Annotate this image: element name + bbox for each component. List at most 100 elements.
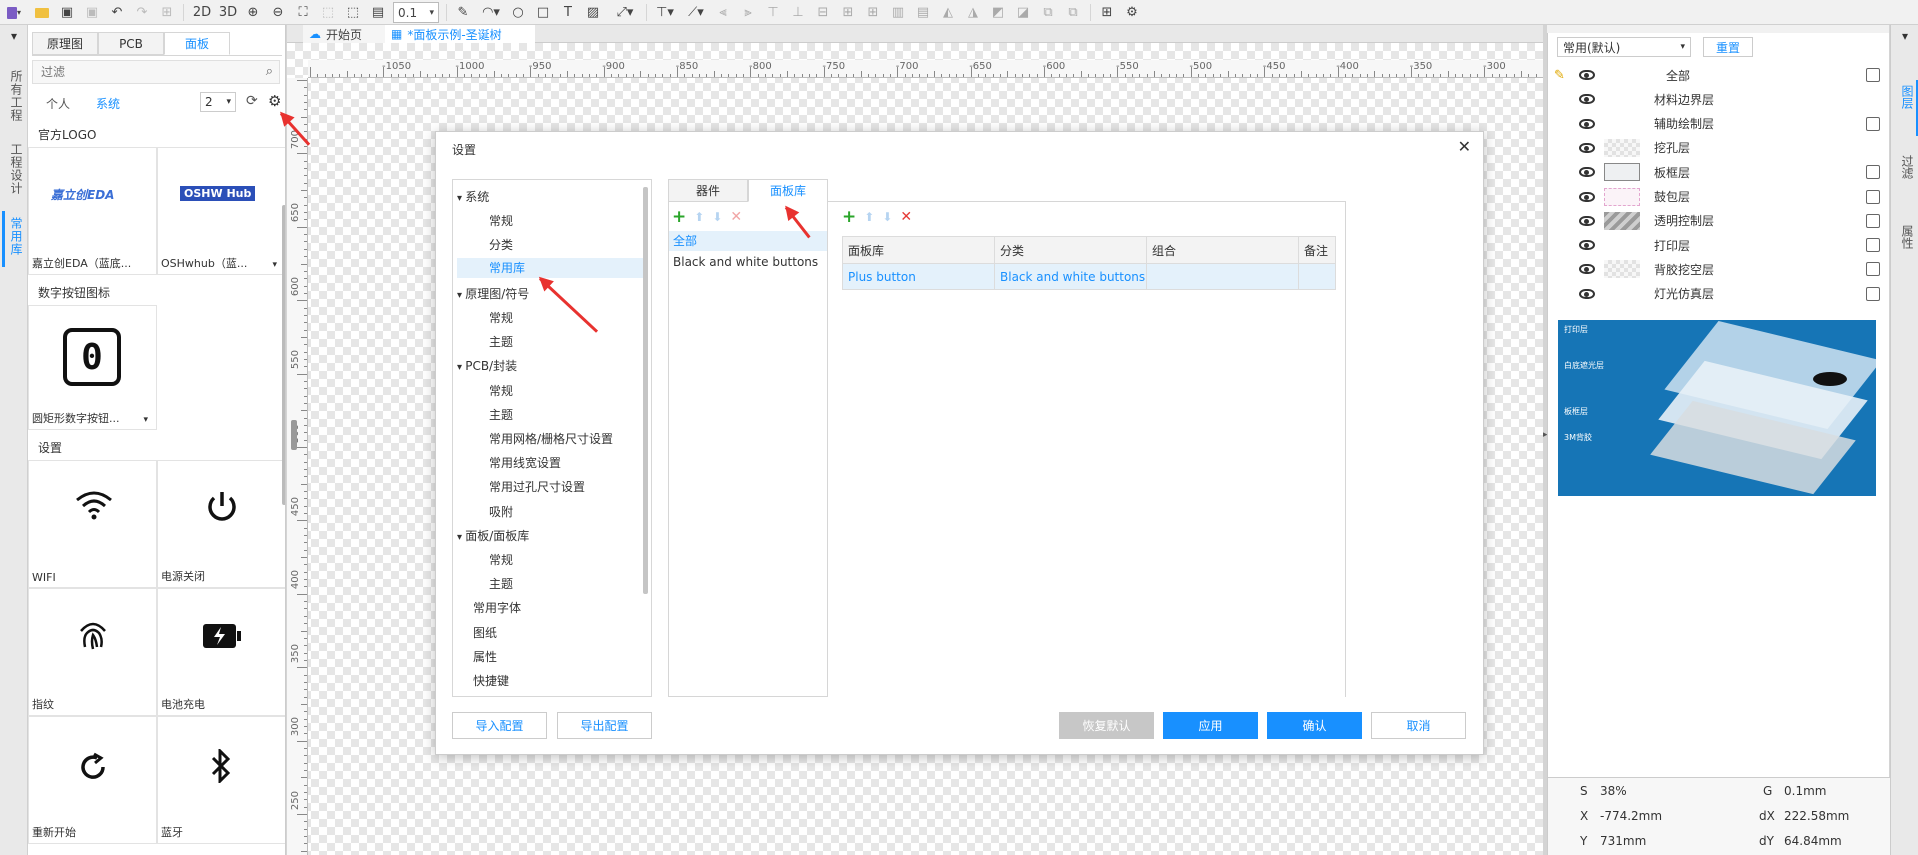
- tree-node[interactable]: ▾ PCB/封装: [457, 357, 517, 374]
- toolbar-settings-icon[interactable]: ⚙: [1122, 2, 1142, 23]
- layer-color-swatch[interactable]: [1604, 260, 1640, 279]
- visibility-eye-icon[interactable]: [1579, 70, 1595, 80]
- expand-caret-icon[interactable]: ▾: [457, 290, 465, 301]
- add-category-icon[interactable]: +: [672, 207, 686, 227]
- cell-note[interactable]: [1298, 263, 1336, 290]
- grid-icon[interactable]: ⊞: [157, 2, 177, 23]
- tree-node[interactable]: 常规: [489, 212, 513, 229]
- tree-node[interactable]: 快捷键: [473, 672, 509, 689]
- cell-group[interactable]: [1146, 263, 1299, 290]
- layer-row[interactable]: 灯光仿真层: [1548, 282, 1890, 306]
- tab-pcb[interactable]: PCB: [98, 32, 164, 55]
- panel-scrollbar[interactable]: [282, 205, 285, 505]
- restore-defaults-button[interactable]: 恢复默认: [1059, 712, 1154, 739]
- tab-panel[interactable]: 面板: [164, 32, 230, 55]
- card-dropdown-icon[interactable]: ▾: [272, 260, 277, 270]
- expand-caret-icon[interactable]: ▾: [457, 532, 465, 543]
- tree-node[interactable]: 吸附: [489, 503, 513, 520]
- visibility-eye-icon[interactable]: [1579, 215, 1595, 226]
- scope-personal[interactable]: 个人: [46, 95, 70, 112]
- tab-filter[interactable]: 过滤: [1899, 155, 1914, 179]
- zoom-area-icon[interactable]: ⬚: [318, 2, 338, 23]
- layer-color-swatch[interactable]: [1604, 138, 1640, 157]
- tree-node[interactable]: ▾ 系统: [457, 188, 489, 205]
- tree-node[interactable]: 常用网格/栅格尺寸设置: [489, 430, 613, 447]
- visibility-eye-icon[interactable]: [1579, 191, 1595, 202]
- expand-caret-icon[interactable]: ▾: [457, 362, 465, 373]
- tab-start-page[interactable]: ☁ 开始页: [303, 25, 385, 43]
- flip-horizontal-icon[interactable]: ◭: [938, 2, 958, 23]
- align-left-icon[interactable]: ⫷: [713, 2, 733, 23]
- collapse-arrow-icon[interactable]: ▾: [0, 30, 28, 43]
- category-item[interactable]: Black and white buttons: [669, 252, 827, 272]
- import-config-button[interactable]: 导入配置: [452, 712, 547, 739]
- align-top-icon[interactable]: ⊤: [763, 2, 783, 23]
- lock-icon[interactable]: [1866, 286, 1880, 301]
- layer-row[interactable]: 背胶挖空层: [1548, 257, 1890, 281]
- table-row[interactable]: Plus button Black and white buttons: [842, 263, 1336, 290]
- layer-row[interactable]: 打印层: [1548, 233, 1890, 257]
- dimension-icon[interactable]: ⊤▾: [652, 2, 678, 23]
- visibility-eye-icon[interactable]: [1579, 240, 1595, 251]
- library-card[interactable]: 0 圆矩形数字按钮... ▾: [28, 305, 157, 430]
- layer-preset-select[interactable]: 常用(默认) ▾: [1557, 37, 1691, 57]
- row-up-icon[interactable]: ⬆: [864, 210, 874, 224]
- tab-panel-library[interactable]: 面板库: [748, 179, 828, 202]
- page-select[interactable]: 2 ▾: [200, 92, 236, 112]
- library-card[interactable]: 电池充电: [157, 588, 285, 716]
- library-card[interactable]: OSHW Hub OSHwhub（蓝... ▾: [157, 147, 285, 275]
- tree-node[interactable]: 主题: [489, 575, 513, 592]
- move-up-icon[interactable]: ⬆: [694, 210, 704, 224]
- undo-icon[interactable]: ↶: [107, 2, 127, 23]
- tree-node[interactable]: 分类: [489, 236, 513, 253]
- pin-icon[interactable]: ⤢▾: [612, 2, 638, 23]
- confirm-button[interactable]: 确认: [1267, 712, 1362, 739]
- pen-icon[interactable]: ✎: [453, 2, 473, 23]
- arc-icon[interactable]: ◠▾: [478, 2, 504, 23]
- library-card[interactable]: 重新开始: [28, 716, 157, 844]
- scope-system[interactable]: 系统: [96, 95, 120, 112]
- tree-node[interactable]: 常规: [489, 382, 513, 399]
- flip-vertical-icon[interactable]: ◮: [963, 2, 983, 23]
- distribute-vertical-icon[interactable]: ▥: [888, 2, 908, 23]
- cell-category[interactable]: Black and white buttons: [994, 263, 1147, 290]
- lock-icon[interactable]: [1866, 189, 1880, 204]
- col-header-group[interactable]: 组合: [1146, 236, 1299, 264]
- tree-node[interactable]: 属性: [473, 648, 497, 665]
- tree-node[interactable]: ▾ 原理图/符号: [457, 285, 529, 302]
- expand-caret-icon[interactable]: ▾: [457, 193, 465, 204]
- library-card[interactable]: WIFI: [28, 460, 157, 588]
- bom-icon[interactable]: ⊞: [1097, 2, 1117, 23]
- lock-icon[interactable]: [1866, 165, 1880, 180]
- zoom-select[interactable]: 0.1 ▾: [393, 2, 439, 23]
- save-as-icon[interactable]: ▣: [82, 2, 102, 23]
- layer-row[interactable]: 透明控制层: [1548, 209, 1890, 233]
- layer-row[interactable]: 挖孔层: [1548, 136, 1890, 160]
- view-3d-button[interactable]: 3D: [216, 2, 240, 23]
- visibility-eye-icon[interactable]: [1579, 288, 1595, 299]
- layer-color-swatch[interactable]: [1604, 211, 1640, 230]
- align-bottom-icon[interactable]: ⊥: [788, 2, 808, 23]
- tree-node[interactable]: 图纸: [473, 624, 497, 641]
- bring-front-icon[interactable]: ◪: [1013, 2, 1033, 23]
- align-middle-icon[interactable]: ⊞: [838, 2, 858, 23]
- move-down-icon[interactable]: ⬇: [712, 210, 722, 224]
- left-panel-collapse-handle[interactable]: [291, 420, 297, 450]
- tree-node[interactable]: 常规: [489, 309, 513, 326]
- visibility-eye-icon[interactable]: [1579, 94, 1595, 105]
- layer-row[interactable]: 鼓包层: [1548, 185, 1890, 209]
- lock-icon[interactable]: [1866, 116, 1880, 131]
- visibility-eye-icon[interactable]: [1579, 118, 1595, 129]
- visibility-eye-icon[interactable]: [1579, 264, 1595, 275]
- line-tool-icon[interactable]: ⟋▾: [683, 2, 709, 23]
- layer-row[interactable]: 板框层: [1548, 160, 1890, 184]
- apply-button[interactable]: 应用: [1163, 712, 1258, 739]
- col-header-library[interactable]: 面板库: [842, 236, 995, 264]
- filter-field[interactable]: ⌕: [32, 60, 280, 84]
- layer-color-swatch[interactable]: [1604, 187, 1640, 206]
- library-card[interactable]: 蓝牙: [157, 716, 285, 844]
- tab-project-design[interactable]: 工程设计: [8, 143, 23, 195]
- tab-common-library[interactable]: 常用库: [8, 217, 23, 256]
- rotate-icon[interactable]: ◩: [988, 2, 1008, 23]
- col-header-category[interactable]: 分类: [994, 236, 1147, 264]
